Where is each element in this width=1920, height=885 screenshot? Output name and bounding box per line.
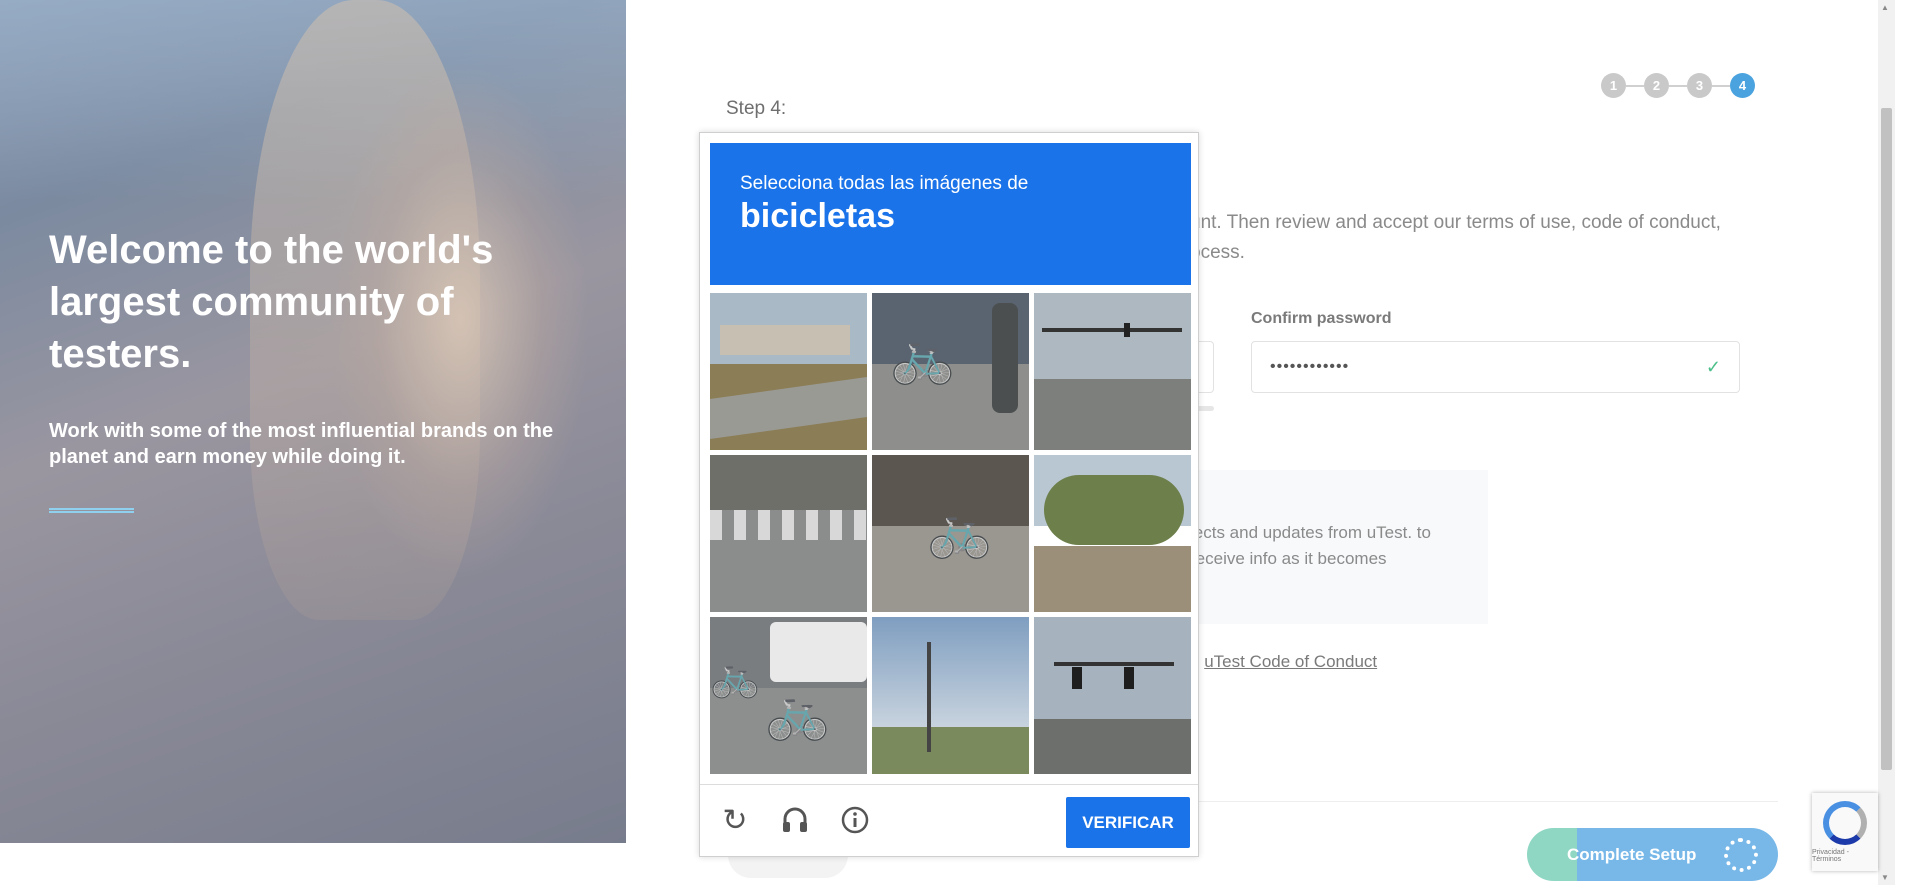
captcha-footer: ↻ VERIFICAR — [700, 784, 1198, 856]
step-connector — [1712, 84, 1730, 87]
tile-trees — [1044, 475, 1184, 545]
captcha-tile-intersection[interactable] — [1034, 617, 1191, 774]
tile-ground — [872, 726, 1029, 774]
tile-van — [770, 622, 867, 682]
verify-button[interactable]: VERIFICAR — [1066, 797, 1190, 848]
captcha-tile-street-light[interactable] — [1034, 293, 1191, 450]
info-icon[interactable] — [838, 803, 872, 837]
check-icon: ✓ — [1705, 356, 1721, 377]
recaptcha-badge[interactable]: Privacidad - Términos — [1812, 793, 1878, 871]
bicycle-icon: 🚲 — [927, 502, 992, 560]
step-3: 3 — [1687, 73, 1712, 98]
page: Welcome to the world's largest community… — [0, 0, 1920, 885]
traffic-light-icon — [1072, 667, 1082, 689]
bicycle-icon: 🚲 — [890, 328, 955, 386]
step-label: Step 4: — [726, 98, 787, 119]
captcha-tile-cyclists[interactable]: 🚲 🚲 — [710, 617, 867, 774]
complete-setup-label: Complete Setup — [1567, 844, 1697, 864]
captcha-dialog: Selecciona todas las imágenes de bicicle… — [699, 132, 1199, 857]
captcha-image-grid: 🚲 🚲 🚲 🚲 — [710, 293, 1191, 774]
step-connector — [1626, 84, 1644, 87]
form-divider — [1190, 801, 1778, 802]
bicycle-icon: 🚲 — [765, 684, 830, 742]
confirm-password-label: Confirm password — [1251, 310, 1392, 327]
captcha-tile-bike-share[interactable]: 🚲 — [872, 293, 1029, 450]
tile-building — [720, 325, 850, 355]
traffic-light-icon — [1124, 323, 1130, 337]
step-4-active: 4 — [1730, 73, 1755, 98]
captcha-tile-trees[interactable] — [1034, 455, 1191, 612]
step-indicator: 1 2 3 4 — [1601, 73, 1755, 98]
complete-setup-button[interactable]: Complete Setup — [1527, 828, 1778, 881]
captcha-tile-streetlight-sky[interactable] — [872, 617, 1029, 774]
tile-sky — [872, 617, 1029, 727]
scroll-down-icon[interactable]: ▼ — [1881, 873, 1889, 882]
tile-ground — [1034, 546, 1191, 612]
tile-sky — [1034, 617, 1191, 720]
code-of-conduct-text: e uTest Code of Conduct — [1190, 652, 1377, 672]
captcha-tile-storefront[interactable] — [710, 293, 867, 450]
tile-signal-arm — [1054, 662, 1174, 666]
tile-ground — [1034, 379, 1191, 450]
loading-spinner-icon — [1724, 838, 1758, 872]
audio-icon[interactable] — [778, 803, 812, 837]
traffic-light-icon — [1124, 667, 1134, 689]
captcha-prompt: Selecciona todas las imágenes de — [740, 173, 1029, 194]
hero-divider — [49, 508, 134, 513]
form-intro-text: unt. Then review and accept our terms of… — [1190, 212, 1721, 263]
tile-lamp-post — [927, 642, 931, 752]
captcha-tile-crosswalk[interactable] — [710, 455, 867, 612]
step-2: 2 — [1644, 73, 1669, 98]
code-of-conduct-link[interactable]: uTest Code of Conduct — [1204, 652, 1377, 671]
bicycle-icon: 🚲 — [710, 655, 760, 699]
captcha-target: bicicletas — [740, 197, 895, 235]
captcha-tile-parked-bicycle[interactable]: 🚲 — [872, 455, 1029, 612]
headphones-svg — [783, 807, 807, 832]
reload-icon[interactable]: ↻ — [718, 803, 752, 837]
scroll-up-icon[interactable]: ▲ — [1881, 3, 1889, 12]
tile-signal-arm — [1042, 328, 1182, 332]
newsletter-text: jects and updates from uTest. to receive… — [1190, 523, 1431, 568]
captcha-header: Selecciona todas las imágenes de bicicle… — [710, 143, 1191, 285]
confirm-password-field[interactable]: •••••••••••• ✓ — [1251, 341, 1740, 393]
tile-sky — [1034, 293, 1191, 380]
hero-panel: Welcome to the world's largest community… — [0, 0, 626, 843]
confirm-password-value: •••••••••••• — [1270, 358, 1350, 375]
scrollbar-thumb[interactable] — [1881, 108, 1892, 770]
tile-crosswalk — [710, 510, 867, 540]
tile-ground — [1034, 719, 1191, 774]
step-connector — [1669, 84, 1687, 87]
step-1: 1 — [1601, 73, 1626, 98]
hero-subtitle: Work with some of the most influential b… — [49, 420, 554, 468]
recaptcha-logo-icon — [1823, 801, 1867, 845]
tile-person — [992, 303, 1018, 413]
recaptcha-terms[interactable]: Privacidad - Términos — [1812, 849, 1878, 863]
hero-title: Welcome to the world's largest community… — [49, 228, 494, 376]
info-svg — [841, 806, 869, 834]
